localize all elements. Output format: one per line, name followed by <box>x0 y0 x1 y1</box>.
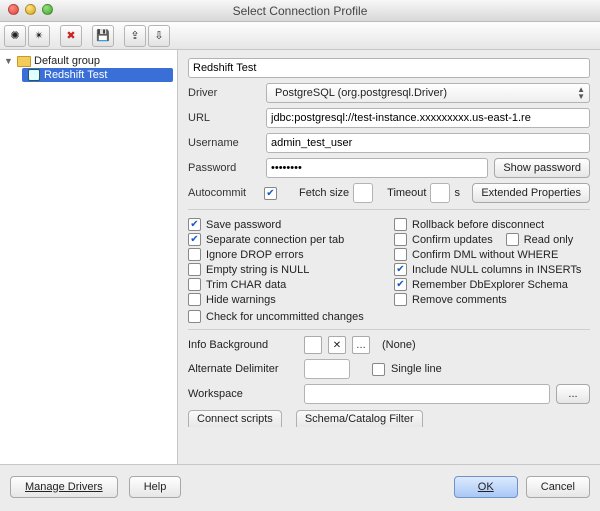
info-bg-clear-button[interactable]: ✕ <box>328 336 346 354</box>
option-checkbox[interactable] <box>188 278 201 291</box>
check-uncommitted-checkbox[interactable] <box>188 310 201 323</box>
cancel-button[interactable]: Cancel <box>526 476 590 498</box>
title-bar: Select Connection Profile <box>0 0 600 22</box>
folder-icon <box>17 56 31 67</box>
manage-drivers-button[interactable]: Manage Drivers <box>10 476 118 498</box>
readonly-label: Read only <box>524 234 574 246</box>
option-checkbox[interactable] <box>394 293 407 306</box>
option-label: Remove comments <box>412 294 507 306</box>
workspace-label: Workspace <box>188 388 298 400</box>
tree-group[interactable]: ▼ Default group <box>0 54 177 68</box>
profile-tree[interactable]: ▼ Default group Redshift Test <box>0 50 178 464</box>
workspace-input[interactable] <box>304 384 550 404</box>
password-label: Password <box>188 162 260 174</box>
driver-label: Driver <box>188 87 260 99</box>
option-label: Remember DbExplorer Schema <box>412 279 568 291</box>
minimize-window-icon[interactable] <box>25 4 36 15</box>
alt-delimiter-input[interactable] <box>304 359 350 379</box>
window-title: Select Connection Profile <box>233 4 368 18</box>
new-profile-button[interactable]: ✺ <box>4 25 26 47</box>
password-input[interactable] <box>266 158 488 178</box>
driver-select[interactable]: PostgreSQL (org.postgresql.Driver) ▲▼ <box>266 83 590 103</box>
autocommit-label: Autocommit <box>188 187 260 199</box>
option-checkbox[interactable] <box>188 218 201 231</box>
username-input[interactable] <box>266 133 590 153</box>
option-label: Confirm DML without WHERE <box>412 249 558 261</box>
option-checkbox[interactable] <box>394 263 407 276</box>
tree-group-label: Default group <box>34 55 100 67</box>
close-window-icon[interactable] <box>8 4 19 15</box>
disclosure-triangle-icon[interactable]: ▼ <box>4 56 14 66</box>
updown-icon: ▲▼ <box>577 86 585 100</box>
workspace-browse-button[interactable]: ... <box>556 384 590 404</box>
readonly-checkbox[interactable] <box>506 233 519 246</box>
delete-button[interactable]: ✖ <box>60 25 82 47</box>
driver-value: PostgreSQL (org.postgresql.Driver) <box>275 87 447 99</box>
timeout-unit: s <box>454 187 460 199</box>
ok-button[interactable]: OK <box>454 476 518 498</box>
single-line-checkbox[interactable] <box>372 363 385 376</box>
option-label: Trim CHAR data <box>206 279 286 291</box>
show-password-button[interactable]: Show password <box>494 158 590 178</box>
timeout-input[interactable] <box>430 183 450 203</box>
option-checkbox[interactable] <box>394 278 407 291</box>
profile-form: Driver PostgreSQL (org.postgresql.Driver… <box>178 50 600 464</box>
info-bg-pick-button[interactable]: … <box>352 336 370 354</box>
window-controls <box>8 4 53 15</box>
info-background-label: Info Background <box>188 339 298 351</box>
tree-profile-item[interactable]: Redshift Test <box>22 68 173 82</box>
option-label: Hide warnings <box>206 294 276 306</box>
timeout-label: Timeout <box>387 187 426 199</box>
help-button[interactable]: Help <box>129 476 182 498</box>
username-label: Username <box>188 137 260 149</box>
check-uncommitted-label: Check for uncommitted changes <box>206 311 364 323</box>
export-button[interactable]: ⇩ <box>148 25 170 47</box>
zoom-window-icon[interactable] <box>42 4 53 15</box>
option-label: Empty string is NULL <box>206 264 309 276</box>
option-label: Rollback before disconnect <box>412 219 544 231</box>
option-label: Confirm updates <box>412 234 493 246</box>
option-checkbox[interactable] <box>188 248 201 261</box>
fetchsize-label: Fetch size <box>299 187 349 199</box>
profile-name-input[interactable] <box>188 58 590 78</box>
option-label: Include NULL columns in INSERTs <box>412 264 581 276</box>
extended-properties-button[interactable]: Extended Properties <box>472 183 590 203</box>
new-profile-alt-button[interactable]: ✴ <box>28 25 50 47</box>
option-checkbox[interactable] <box>188 293 201 306</box>
option-label: Save password <box>206 219 281 231</box>
option-label: Separate connection per tab <box>206 234 344 246</box>
info-bg-color-swatch[interactable] <box>304 336 322 354</box>
option-label: Ignore DROP errors <box>206 249 304 261</box>
toolbar: ✺ ✴ ✖ 💾 ⇪ ⇩ <box>0 22 600 50</box>
dialog-footer: Manage Drivers Help OK Cancel <box>0 464 600 508</box>
option-checkbox[interactable] <box>188 263 201 276</box>
url-input[interactable] <box>266 108 590 128</box>
option-checkbox[interactable] <box>394 248 407 261</box>
url-label: URL <box>188 112 260 124</box>
schema-filter-button[interactable]: Schema/Catalog Filter <box>296 410 423 427</box>
single-line-label: Single line <box>391 363 442 375</box>
fetchsize-input[interactable] <box>353 183 373 203</box>
autocommit-checkbox[interactable] <box>264 187 277 200</box>
alt-delimiter-label: Alternate Delimiter <box>188 363 298 375</box>
option-checkbox[interactable] <box>188 233 201 246</box>
save-button[interactable]: 💾 <box>92 25 114 47</box>
connect-scripts-button[interactable]: Connect scripts <box>188 410 282 427</box>
tree-profile-label: Redshift Test <box>44 69 107 81</box>
option-checkbox[interactable] <box>394 233 407 246</box>
profile-icon <box>28 69 40 81</box>
option-checkbox[interactable] <box>394 218 407 231</box>
info-bg-none: (None) <box>382 339 416 351</box>
import-button[interactable]: ⇪ <box>124 25 146 47</box>
